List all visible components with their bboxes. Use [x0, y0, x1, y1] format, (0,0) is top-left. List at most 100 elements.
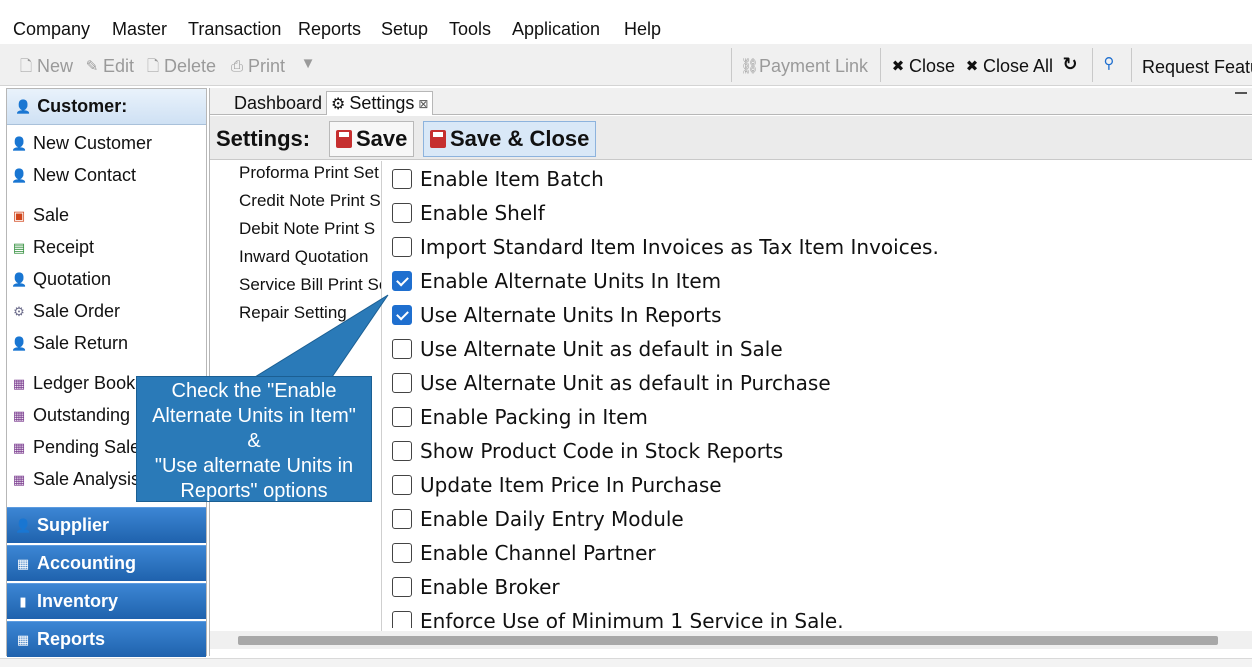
option-enable-alternate-units-in-item[interactable]: Enable Alternate Units In Item — [392, 269, 721, 293]
sidebar-item-quotation[interactable]: 👤 Quotation — [11, 269, 111, 290]
list-item[interactable]: Proforma Print Set — [239, 163, 379, 183]
option-enable-daily-entry[interactable]: Enable Daily Entry Module — [392, 507, 684, 531]
search-button[interactable]: ⚲ — [1101, 56, 1117, 72]
list-item[interactable]: Inward Quotation — [239, 247, 368, 267]
sidebar-item-sale-return[interactable]: 👤 Sale Return — [11, 333, 128, 354]
sidebar-item-sale-order[interactable]: ⚙ Sale Order — [11, 301, 120, 322]
sidebar-item-sale-analysis[interactable]: ▦ Sale Analysis — [11, 469, 140, 490]
floppy-icon — [336, 130, 352, 148]
sidebar-group-inventory[interactable]: ▮ Inventory — [7, 583, 206, 619]
list-item[interactable]: Credit Note Print S — [239, 191, 381, 211]
option-enforce-minimum-service[interactable]: Enforce Use of Minimum 1 Service in Sale… — [392, 609, 844, 628]
sidebar-item-label: Pending Sale — [33, 437, 141, 457]
print-button[interactable]: ⎙ Print — [229, 56, 285, 77]
sidebar-item-sale[interactable]: ▣ Sale — [11, 205, 69, 226]
option-enable-shelf[interactable]: Enable Shelf — [392, 201, 545, 225]
sidebar-item-pending-sale[interactable]: ▦ Pending Sale — [11, 437, 140, 458]
checkbox[interactable] — [392, 339, 412, 359]
option-alternate-unit-default-sale[interactable]: Use Alternate Unit as default in Sale — [392, 337, 783, 361]
close-all-button[interactable]: ✖ Close All — [964, 56, 1053, 77]
callout-line: & — [247, 430, 261, 452]
tab-close-icon[interactable]: ⊠ — [418, 97, 428, 111]
checkbox[interactable] — [392, 543, 412, 563]
callout-line: Alternate Units in Item" — [152, 405, 356, 427]
checkbox[interactable] — [392, 373, 412, 393]
scrollbar-thumb[interactable] — [238, 636, 1218, 645]
delete-button[interactable]: 🗋 Delete — [145, 56, 216, 77]
sidebar-item-receipt[interactable]: ▤ Receipt — [11, 237, 94, 258]
checkbox[interactable] — [392, 169, 412, 189]
refresh-button[interactable]: ↻ — [1062, 55, 1078, 73]
quotation-icon: 👤 — [11, 271, 28, 287]
checkbox[interactable] — [392, 407, 412, 427]
sidebar-group-accounting[interactable]: ▦ Accounting — [7, 545, 206, 581]
option-import-standard-item-invoices[interactable]: Import Standard Item Invoices as Tax Ite… — [392, 235, 939, 259]
option-enable-item-batch[interactable]: Enable Item Batch — [392, 167, 604, 191]
option-enable-packing-in-item[interactable]: Enable Packing in Item — [392, 405, 648, 429]
menu-tools[interactable]: Tools — [449, 19, 491, 40]
close-button[interactable]: ✖ Close — [890, 56, 955, 77]
edit-button[interactable]: ✎ Edit — [84, 56, 134, 77]
menu-application[interactable]: Application — [512, 19, 600, 40]
callout-line: Reports" options — [180, 480, 328, 502]
sidebar-item-new-contact[interactable]: 👤 New Contact — [11, 165, 136, 186]
sale-return-icon: 👤 — [11, 335, 28, 351]
sidebar-item-outstanding[interactable]: ▦ Outstanding — [11, 405, 130, 426]
checkbox-checked[interactable] — [392, 271, 412, 291]
menu-setup[interactable]: Setup — [381, 19, 428, 40]
sidebar-item-label: Outstanding — [33, 405, 131, 425]
menu-company[interactable]: Company — [13, 19, 90, 40]
toolbar-divider — [731, 48, 732, 82]
contact-icon: 👤 — [11, 167, 28, 183]
checkbox-checked[interactable] — [392, 305, 412, 325]
payment-link-button[interactable]: ⛓ Payment Link — [740, 56, 868, 77]
sidebar-item-label: Receipt — [33, 237, 95, 257]
option-label: Enable Item Batch — [420, 167, 604, 191]
checkbox[interactable] — [392, 509, 412, 529]
request-feature-button[interactable]: Request Featu — [1142, 57, 1252, 78]
option-alternate-unit-default-purchase[interactable]: Use Alternate Unit as default in Purchas… — [392, 371, 831, 395]
toolbar: 🗋 New ✎ Edit 🗋 Delete ⎙ Print ▼ ⛓ Paymen… — [0, 44, 1252, 86]
sidebar-group-supplier[interactable]: 👤 Supplier — [7, 507, 206, 543]
customer-icon: 👤 — [15, 98, 32, 114]
sidebar-item-label: Sale — [33, 205, 70, 225]
sidebar-item-label: New Contact — [33, 165, 137, 185]
checkbox[interactable] — [392, 475, 412, 495]
checkbox[interactable] — [392, 237, 412, 257]
option-enable-channel-partner[interactable]: Enable Channel Partner — [392, 541, 656, 565]
tab-dashboard[interactable]: Dashboard — [230, 91, 326, 115]
list-item[interactable]: Debit Note Print S — [239, 219, 375, 239]
sale-order-icon: ⚙ — [13, 303, 25, 319]
option-enable-broker[interactable]: Enable Broker — [392, 575, 560, 599]
list-item[interactable]: Repair Setting — [239, 303, 347, 323]
menu-bar: Company Master Transaction Reports Setup… — [0, 10, 1252, 44]
sidebar-item-new-customer[interactable]: 👤 New Customer — [11, 133, 152, 154]
option-show-product-code[interactable]: Show Product Code in Stock Reports — [392, 439, 783, 463]
print-dropdown[interactable]: ▼ — [300, 56, 316, 72]
callout-line: Check the "Enable — [171, 380, 337, 402]
new-button[interactable]: 🗋 New — [18, 56, 73, 77]
minimize-icon[interactable] — [1235, 92, 1247, 94]
option-label: Use Alternate Units In Reports — [420, 303, 722, 327]
checkbox[interactable] — [392, 203, 412, 223]
save-button[interactable]: Save — [329, 121, 415, 157]
sidebar-group-reports[interactable]: ▦ Reports — [7, 621, 206, 657]
horizontal-scrollbar[interactable] — [210, 631, 1252, 649]
menu-transaction[interactable]: Transaction — [188, 19, 281, 40]
tab-settings[interactable]: ⚙ Settings ⊠ — [326, 91, 434, 115]
list-item[interactable]: Service Bill Print Se — [239, 275, 382, 295]
menu-master[interactable]: Master — [112, 19, 167, 40]
checkbox[interactable] — [392, 577, 412, 597]
pending-sale-icon: ▦ — [12, 439, 26, 455]
option-update-item-price[interactable]: Update Item Price In Purchase — [392, 473, 722, 497]
menu-reports[interactable]: Reports — [298, 19, 361, 40]
option-use-alternate-units-in-reports[interactable]: Use Alternate Units In Reports — [392, 303, 722, 327]
customer-section-header[interactable]: 👤 Customer: — [7, 89, 206, 125]
checkbox[interactable] — [392, 611, 412, 628]
checkbox[interactable] — [392, 441, 412, 461]
option-label: Enable Packing in Item — [420, 405, 648, 429]
menu-help[interactable]: Help — [624, 19, 661, 40]
save-close-button[interactable]: Save & Close — [423, 121, 597, 157]
gear-icon: ⚙ — [331, 95, 346, 113]
sidebar-item-ledger-book[interactable]: ▦ Ledger Book — [11, 373, 135, 394]
